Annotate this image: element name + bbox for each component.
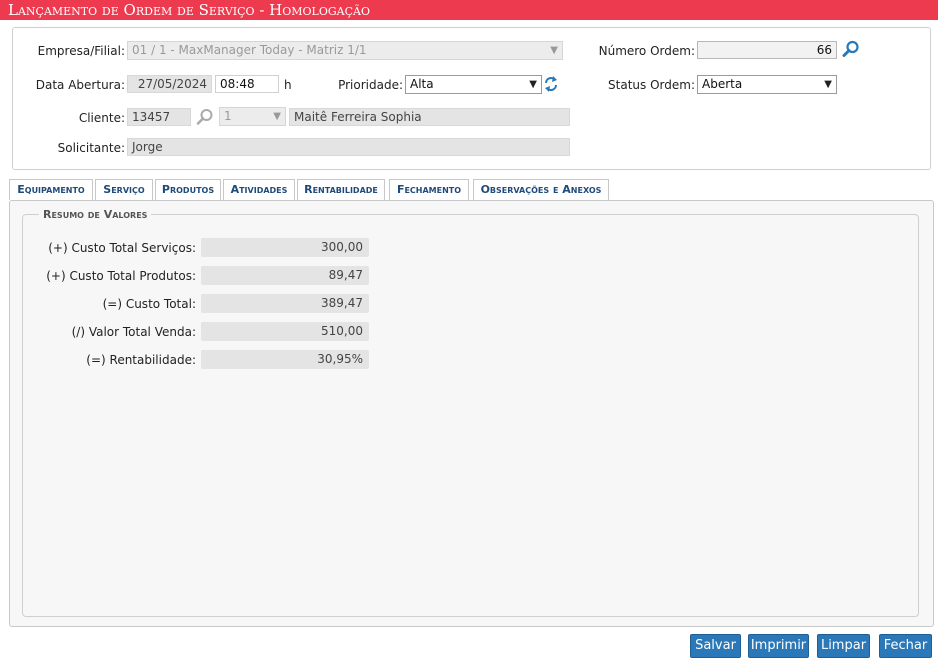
status-ordem-value: Aberta	[702, 77, 743, 91]
solicitante-label: Solicitante:	[57, 141, 125, 155]
status-ordem-select[interactable]: Aberta ▼	[697, 75, 837, 94]
window-title: Lançamento de Ordem de Serviço - Homolog…	[0, 0, 938, 20]
numero-ordem-field[interactable]: 66	[697, 41, 837, 59]
search-icon[interactable]	[196, 108, 214, 129]
data-abertura-time[interactable]: 08:48	[215, 75, 279, 93]
print-button[interactable]: Imprimir	[748, 634, 809, 658]
cliente-name-field[interactable]: Maitê Ferreira Sophia	[289, 108, 570, 126]
custo-produtos-value: 89,47	[201, 266, 369, 285]
save-button[interactable]: Salvar	[690, 634, 741, 658]
empresa-label: Empresa/Filial:	[37, 44, 125, 58]
chevron-down-icon: ▼	[824, 79, 832, 90]
tab-produtos[interactable]: Produtos	[155, 179, 221, 200]
custo-total-value: 389,47	[201, 294, 369, 313]
close-button[interactable]: Fechar	[879, 634, 932, 658]
tab-content-rentabilidade: Resumo de Valores (+) Custo Total Serviç…	[9, 200, 934, 627]
time-unit: h	[284, 78, 292, 92]
cliente-label: Cliente:	[78, 111, 125, 125]
resumo-valores-group: Resumo de Valores (+) Custo Total Serviç…	[22, 208, 919, 617]
cliente-seq-select[interactable]: 1 ▼	[219, 107, 286, 126]
prioridade-select[interactable]: Alta ▼	[405, 75, 542, 94]
resumo-valores-legend: Resumo de Valores	[39, 208, 152, 221]
chevron-down-icon: ▼	[273, 111, 281, 122]
empresa-value: 01 / 1 - MaxManager Today - Matriz 1/1	[132, 43, 367, 57]
search-icon[interactable]	[842, 40, 860, 61]
rentabilidade-value: 30,95%	[201, 350, 369, 369]
custo-servicos-value: 300,00	[201, 238, 369, 257]
refresh-icon[interactable]	[544, 75, 558, 96]
numero-ordem-label: Número Ordem:	[598, 44, 695, 58]
status-ordem-label: Status Ordem:	[608, 78, 695, 92]
solicitante-field[interactable]: Jorge	[127, 138, 570, 156]
header-panel: Empresa/Filial: 01 / 1 - MaxManager Toda…	[12, 27, 931, 170]
rentabilidade-label: (=) Rentabilidade:	[86, 353, 196, 367]
tab-fechamento[interactable]: Fechamento	[389, 179, 469, 200]
empresa-select[interactable]: 01 / 1 - MaxManager Today - Matriz 1/1 ▼	[127, 41, 563, 60]
prioridade-value: Alta	[410, 77, 434, 91]
tab-rentabilidade[interactable]: Rentabilidade	[297, 179, 385, 203]
chevron-down-icon: ▼	[529, 79, 537, 90]
tab-equipamento[interactable]: Equipamento	[9, 179, 93, 200]
chevron-down-icon: ▼	[550, 45, 558, 56]
valor-venda-value: 510,00	[201, 322, 369, 341]
tab-atividades[interactable]: Atividades	[223, 179, 295, 200]
cliente-code-field[interactable]: 13457	[127, 108, 191, 126]
custo-servicos-label: (+) Custo Total Serviços:	[48, 241, 196, 255]
data-abertura-date[interactable]: 27/05/2024	[127, 75, 212, 93]
tab-observacoes-anexos[interactable]: Observações e Anexos	[473, 179, 609, 200]
custo-produtos-label: (+) Custo Total Produtos:	[46, 269, 196, 283]
custo-total-label: (=) Custo Total:	[102, 297, 196, 311]
tab-servico[interactable]: Serviço	[95, 179, 153, 200]
data-abertura-label: Data Abertura:	[35, 78, 125, 92]
clear-button[interactable]: Limpar	[817, 634, 870, 658]
cliente-seq-value: 1	[224, 109, 232, 123]
valor-venda-label: (/) Valor Total Venda:	[71, 325, 196, 339]
prioridade-label: Prioridade:	[338, 78, 403, 92]
